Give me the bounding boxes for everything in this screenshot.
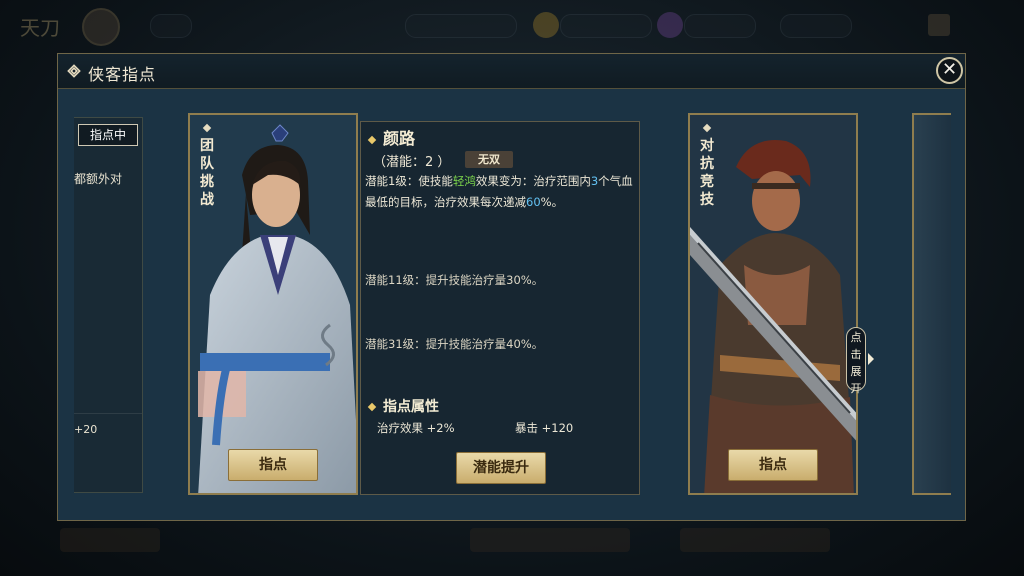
close-button[interactable]: ✕ [936, 57, 963, 84]
divider [74, 413, 142, 414]
modal-titlebar: 侠客指点 ✕ [58, 54, 965, 89]
next-card[interactable] [912, 113, 951, 495]
hud-extra-pill [780, 14, 852, 38]
prev-card-text: 都额外对 [74, 172, 123, 186]
prev-card[interactable]: 指点中 都额外对 +20 [74, 117, 143, 493]
gold-coin-icon [533, 12, 559, 38]
character-card-pvp[interactable]: 对抗竞技 指点 [688, 113, 858, 495]
menu-icon [928, 14, 950, 36]
expand-tab[interactable]: 点击展开 [846, 327, 866, 395]
prev-card-value: +20 [74, 423, 98, 436]
potential-1-description: 潜能1级：使技能轻鸿效果变为：治疗范围内3个气血最低的目标，治疗效果每次递减60… [365, 174, 633, 209]
card-mode-label: 对抗竞技 [700, 138, 714, 208]
potential-upgrade-button[interactable]: 潜能提升 [456, 452, 546, 484]
modal-title: 侠客指点 [88, 65, 157, 84]
hud-gold-pill [560, 14, 652, 38]
player-avatar [82, 8, 120, 46]
advise-button-team[interactable]: 指点 [228, 449, 318, 481]
attr-crit: 暴击 +120 [515, 421, 574, 435]
hud-currency-pill [405, 14, 517, 38]
knot-icon [67, 64, 81, 78]
game-logo: 天刀 [20, 16, 60, 40]
potential-31-description: 潜能31级：提升技能治疗量40%。 [365, 337, 544, 351]
skill-name: 颜路 [367, 125, 415, 149]
advise-button-pvp[interactable]: 指点 [728, 449, 818, 481]
advise-attributes-heading: 指点属性 [367, 396, 439, 416]
potential-level: （潜能：2 ） [373, 155, 451, 170]
character-card-team[interactable]: 团队挑战 指点 [188, 113, 358, 495]
rarity-badge: 无双 [465, 151, 513, 168]
hud-gem-pill [684, 14, 756, 38]
chevron-right-icon[interactable] [868, 353, 874, 365]
cards-carousel[interactable]: 指点中 都额外对 +20 团 队 挑 战 指点 颜路 （潜能：2 ） 无双 潜能… [72, 101, 951, 507]
potential-11-description: 潜能11级：提升技能治疗量30%。 [365, 273, 544, 287]
advisor-modal: 侠客指点 ✕ 指点中 都额外对 +20 团 队 挑 战 指点 颜路 （潜能：2 … [57, 53, 966, 521]
skill-detail-panel: 颜路 （潜能：2 ） 无双 潜能1级：使技能轻鸿效果变为：治疗范围内3个气血最低… [360, 121, 640, 495]
card-mode-label: 团队挑战 [200, 138, 214, 208]
hud-level-pill [150, 14, 192, 38]
attr-heal-effect: 治疗效果 +2% [377, 421, 455, 435]
gem-icon [657, 12, 683, 38]
advising-status-badge: 指点中 [78, 124, 138, 146]
bottom-dim-bar [0, 520, 1024, 576]
top-hud: 天刀 [0, 0, 1024, 50]
